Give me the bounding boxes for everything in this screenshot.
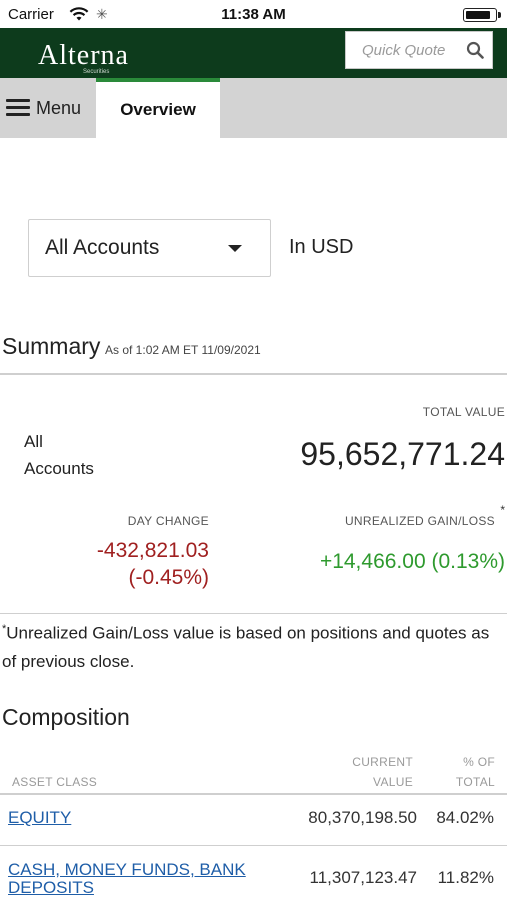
asset-class-link-cash[interactable]: CASH, MONEY FUNDS, BANK DEPOSITS bbox=[8, 861, 246, 897]
battery-icon bbox=[463, 8, 501, 22]
divider bbox=[0, 613, 507, 614]
divider bbox=[0, 845, 507, 846]
app-header: Alterna Securities bbox=[0, 28, 507, 78]
battery-level bbox=[466, 11, 490, 19]
day-change-percent: (-0.45%) bbox=[128, 566, 209, 589]
unrealized-gain-label: UNREALIZED GAIN/LOSS bbox=[344, 514, 495, 528]
col-header-current-value-line2: VALUE bbox=[373, 775, 413, 789]
currency-label: In USD bbox=[289, 236, 354, 258]
unrealized-gain-value: +14,466.00 (0.13%) bbox=[319, 550, 505, 573]
total-value-label: TOTAL VALUE bbox=[422, 405, 505, 419]
col-header-current-value-line1: CURRENT bbox=[352, 755, 413, 769]
total-value: 95,652,771.24 bbox=[300, 436, 505, 472]
brand-logo-subtext: Securities bbox=[83, 69, 110, 75]
col-header-asset-class: ASSET CLASS bbox=[12, 775, 98, 789]
asset-class-line2: DEPOSITS bbox=[8, 878, 94, 897]
summary-title: Summary bbox=[2, 333, 101, 359]
row-pct-total: 11.82% bbox=[437, 868, 494, 887]
row-current-value: 11,307,123.47 bbox=[309, 868, 417, 887]
hamburger-icon bbox=[6, 99, 30, 117]
divider bbox=[0, 373, 507, 375]
status-bar: Carrier ✳ 11:38 AM bbox=[0, 0, 507, 28]
day-change-amount: -432,821.03 bbox=[96, 539, 209, 562]
composition-title: Composition bbox=[2, 704, 130, 730]
brand-logo: Alterna bbox=[38, 40, 129, 71]
day-change-label: DAY CHANGE bbox=[127, 514, 209, 528]
clock: 11:38 AM bbox=[221, 6, 286, 23]
nav-bar: Menu Overview bbox=[0, 78, 507, 138]
quick-quote-input[interactable] bbox=[346, 32, 464, 68]
account-dropdown-value: All Accounts bbox=[45, 236, 160, 259]
tab-overview[interactable]: Overview bbox=[96, 82, 220, 138]
unrealized-footnote-marker: * bbox=[500, 503, 505, 517]
account-name-line1: All bbox=[24, 432, 43, 451]
account-name: All Accounts bbox=[24, 428, 124, 482]
menu-label: Menu bbox=[36, 97, 82, 118]
search-icon[interactable] bbox=[466, 41, 484, 59]
footnote-text: Unrealized Gain/Loss value is based on p… bbox=[2, 623, 490, 671]
footnote: *Unrealized Gain/Loss value is based on … bbox=[2, 615, 502, 676]
account-name-line2: Accounts bbox=[24, 459, 94, 478]
caret-down-icon bbox=[228, 245, 242, 252]
asset-class-line1: CASH, MONEY FUNDS, BANK bbox=[8, 860, 246, 879]
day-change-value: -432,821.03 (-0.45%) bbox=[97, 537, 209, 591]
row-current-value: 80,370,198.50 bbox=[308, 808, 417, 827]
account-dropdown[interactable]: All Accounts bbox=[28, 219, 271, 277]
col-header-pct-total: % OF TOTAL bbox=[456, 752, 495, 792]
col-header-pct-line1: % OF bbox=[463, 755, 495, 769]
col-header-current-value: CURRENT VALUE bbox=[352, 752, 413, 792]
menu-button[interactable]: Menu bbox=[0, 78, 96, 138]
row-pct-total: 84.02% bbox=[436, 808, 494, 827]
col-header-pct-line2: TOTAL bbox=[455, 775, 495, 789]
quick-quote-box bbox=[345, 31, 493, 69]
asset-class-link-equity[interactable]: EQUITY bbox=[8, 809, 71, 827]
divider bbox=[0, 793, 507, 795]
summary-timestamp: As of 1:02 AM ET 11/09/2021 bbox=[105, 343, 261, 357]
